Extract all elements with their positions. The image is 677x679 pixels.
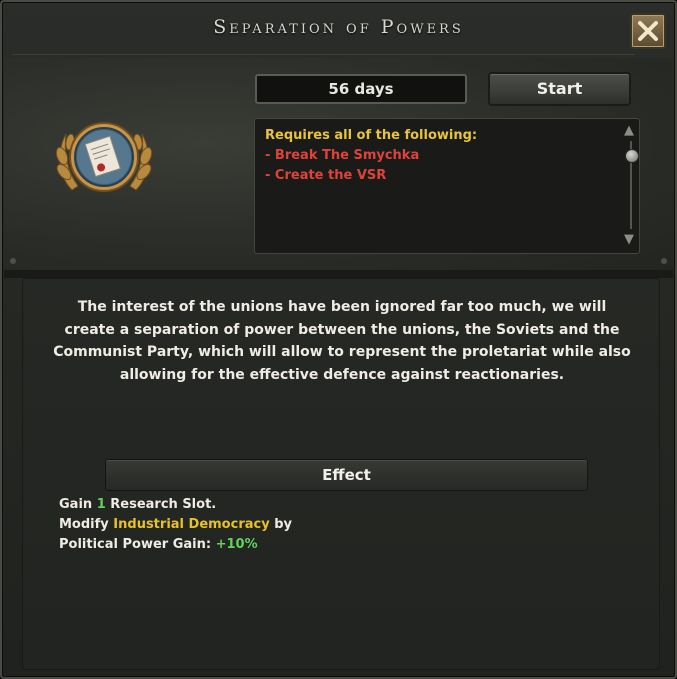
effect-line-modify: Modify Industrial Democracy by: [59, 517, 292, 532]
close-icon: [638, 21, 658, 41]
decision-window: Separation of Powers 56 days Start Requi…: [0, 0, 677, 679]
effect-text: Gain: [59, 497, 97, 512]
title-bar: Separation of Powers: [2, 2, 675, 58]
title-divider: [12, 54, 635, 55]
section-divider: [4, 270, 673, 278]
effect-value: +10%: [215, 537, 258, 552]
description-panel: The interest of the unions have been ign…: [22, 278, 660, 670]
frame-rivet: [10, 258, 16, 264]
effect-text: Political Power Gain:: [59, 537, 216, 552]
requirements-box: Requires all of the following: - Break T…: [254, 118, 640, 254]
requirements-title: Requires all of the following:: [265, 128, 478, 143]
start-button[interactable]: Start: [488, 72, 631, 106]
effect-text: Research Slot.: [105, 497, 217, 512]
scroll-down-arrow-icon[interactable]: ▼: [624, 232, 634, 247]
requirement-item: - Break The Smychka: [265, 148, 420, 163]
effect-line-research: Gain 1 Research Slot.: [59, 497, 216, 512]
duration-display: 56 days: [255, 74, 467, 104]
effect-text: Modify: [59, 517, 114, 532]
frame-rivet: [661, 258, 667, 264]
scroll-up-arrow-icon[interactable]: ▲: [624, 123, 634, 138]
effect-line-political-power: Political Power Gain: +10%: [59, 537, 258, 552]
effect-header: Effect: [105, 459, 588, 491]
window-title: Separation of Powers: [213, 16, 464, 38]
decision-description: The interest of the unions have been ign…: [53, 299, 631, 383]
close-button[interactable]: [630, 13, 666, 49]
law-document-medal-icon: [50, 112, 158, 204]
requirement-item: - Create the VSR: [265, 168, 387, 183]
scrollbar-thumb[interactable]: [625, 149, 639, 163]
idea-name-link[interactable]: Industrial Democracy: [113, 517, 269, 532]
effect-text: by: [269, 517, 292, 532]
effect-value: 1: [96, 497, 106, 512]
